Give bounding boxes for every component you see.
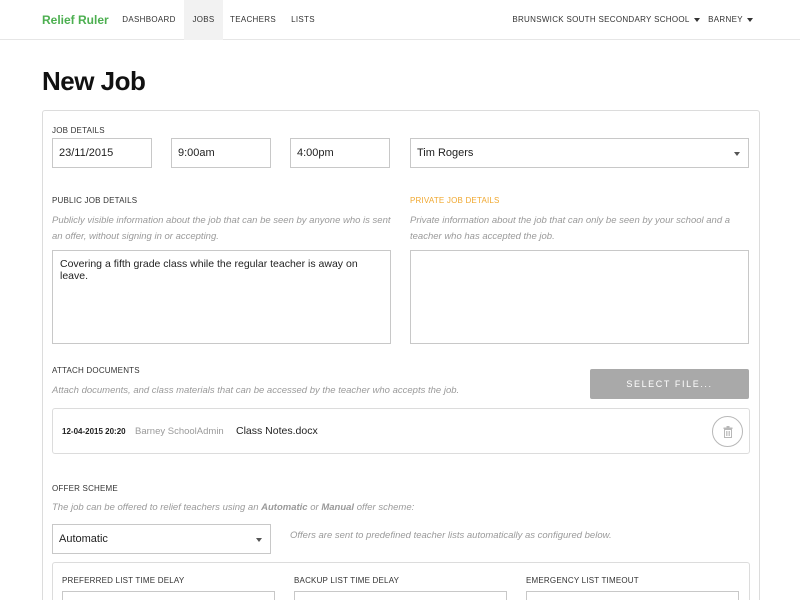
offer-scheme-help: The job can be offered to relief teacher… — [52, 500, 472, 516]
document-date: 12-04-2015 20:20 — [62, 427, 126, 436]
offer-help-mid: or — [307, 502, 322, 513]
document-row: 12-04-2015 20:20 Barney SchoolAdmin Clas… — [52, 408, 750, 454]
job-details-label: JOB DETAILS — [52, 126, 105, 135]
emergency-list-timeout-input[interactable] — [526, 591, 739, 600]
offer-scheme-note: Offers are sent to predefined teacher li… — [290, 530, 612, 541]
public-details-textarea[interactable]: Covering a fifth grade class while the r… — [52, 250, 391, 344]
school-dropdown[interactable]: BRUNSWICK SOUTH SECONDARY SCHOOL — [512, 0, 700, 40]
preferred-list-delay-input[interactable] — [62, 591, 275, 600]
date-value: 23/11/2015 — [59, 147, 114, 159]
teacher-value: Tim Rogers — [417, 147, 474, 159]
offer-scheme-label: OFFER SCHEME — [52, 484, 118, 493]
user-name: BARNEY — [708, 15, 743, 24]
private-details-help: Private information about the job that c… — [410, 215, 731, 242]
public-details-help: Publicly visible information about the j… — [52, 215, 391, 242]
nav-lists[interactable]: LISTS — [283, 0, 323, 40]
end-time-value: 4:00pm — [297, 147, 334, 159]
private-details-label: PRIVATE JOB DETAILS — [410, 196, 500, 205]
chevron-down-icon — [256, 538, 262, 542]
backup-list-delay-input[interactable] — [294, 591, 507, 600]
chevron-down-icon — [746, 17, 753, 22]
public-details-value: Covering a fifth grade class while the r… — [60, 258, 358, 282]
page-title: New Job — [42, 66, 146, 96]
private-details-textarea[interactable] — [410, 250, 749, 344]
end-time-input[interactable]: 4:00pm — [290, 138, 390, 168]
chevron-down-icon — [734, 152, 740, 156]
offer-scheme-select[interactable]: Automatic — [52, 524, 271, 554]
trash-icon — [723, 425, 732, 438]
select-file-button[interactable]: SELECT FILE... — [590, 369, 749, 399]
chevron-down-icon — [693, 17, 700, 22]
delete-document-button[interactable] — [712, 416, 743, 447]
backup-list-delay-label: BACKUP LIST TIME DELAY — [294, 576, 400, 585]
offer-scheme-value: Automatic — [59, 533, 108, 545]
top-navbar: Relief Ruler DASHBOARD JOBS TEACHERS LIS… — [0, 0, 800, 40]
preferred-list-delay-label: PREFERRED LIST TIME DELAY — [62, 576, 185, 585]
date-input[interactable]: 23/11/2015 — [52, 138, 152, 168]
brand-logo[interactable]: Relief Ruler — [42, 13, 109, 27]
offer-help-post: offer scheme: — [354, 502, 415, 513]
document-name[interactable]: Class Notes.docx — [236, 425, 318, 437]
offer-help-automatic: Automatic — [261, 502, 308, 513]
start-time-input[interactable]: 9:00am — [171, 138, 271, 168]
offer-help-manual: Manual — [321, 502, 355, 513]
school-name: BRUNSWICK SOUTH SECONDARY SCHOOL — [512, 15, 690, 24]
nav-jobs[interactable]: JOBS — [184, 0, 223, 40]
nav-teachers[interactable]: TEACHERS — [224, 0, 282, 40]
attach-documents-help: Attach documents, and class materials th… — [52, 385, 460, 396]
offer-help-pre: The job can be offered to relief teacher… — [52, 502, 262, 513]
start-time-value: 9:00am — [178, 147, 215, 159]
nav-dashboard[interactable]: DASHBOARD — [115, 0, 183, 40]
emergency-list-timeout-label: EMERGENCY LIST TIMEOUT — [526, 576, 639, 585]
document-uploader: Barney SchoolAdmin — [135, 426, 224, 437]
attach-documents-label: ATTACH DOCUMENTS — [52, 366, 140, 375]
public-details-label: PUBLIC JOB DETAILS — [52, 196, 138, 205]
teacher-select[interactable]: Tim Rogers — [410, 138, 749, 168]
user-dropdown[interactable]: BARNEY — [703, 0, 758, 40]
